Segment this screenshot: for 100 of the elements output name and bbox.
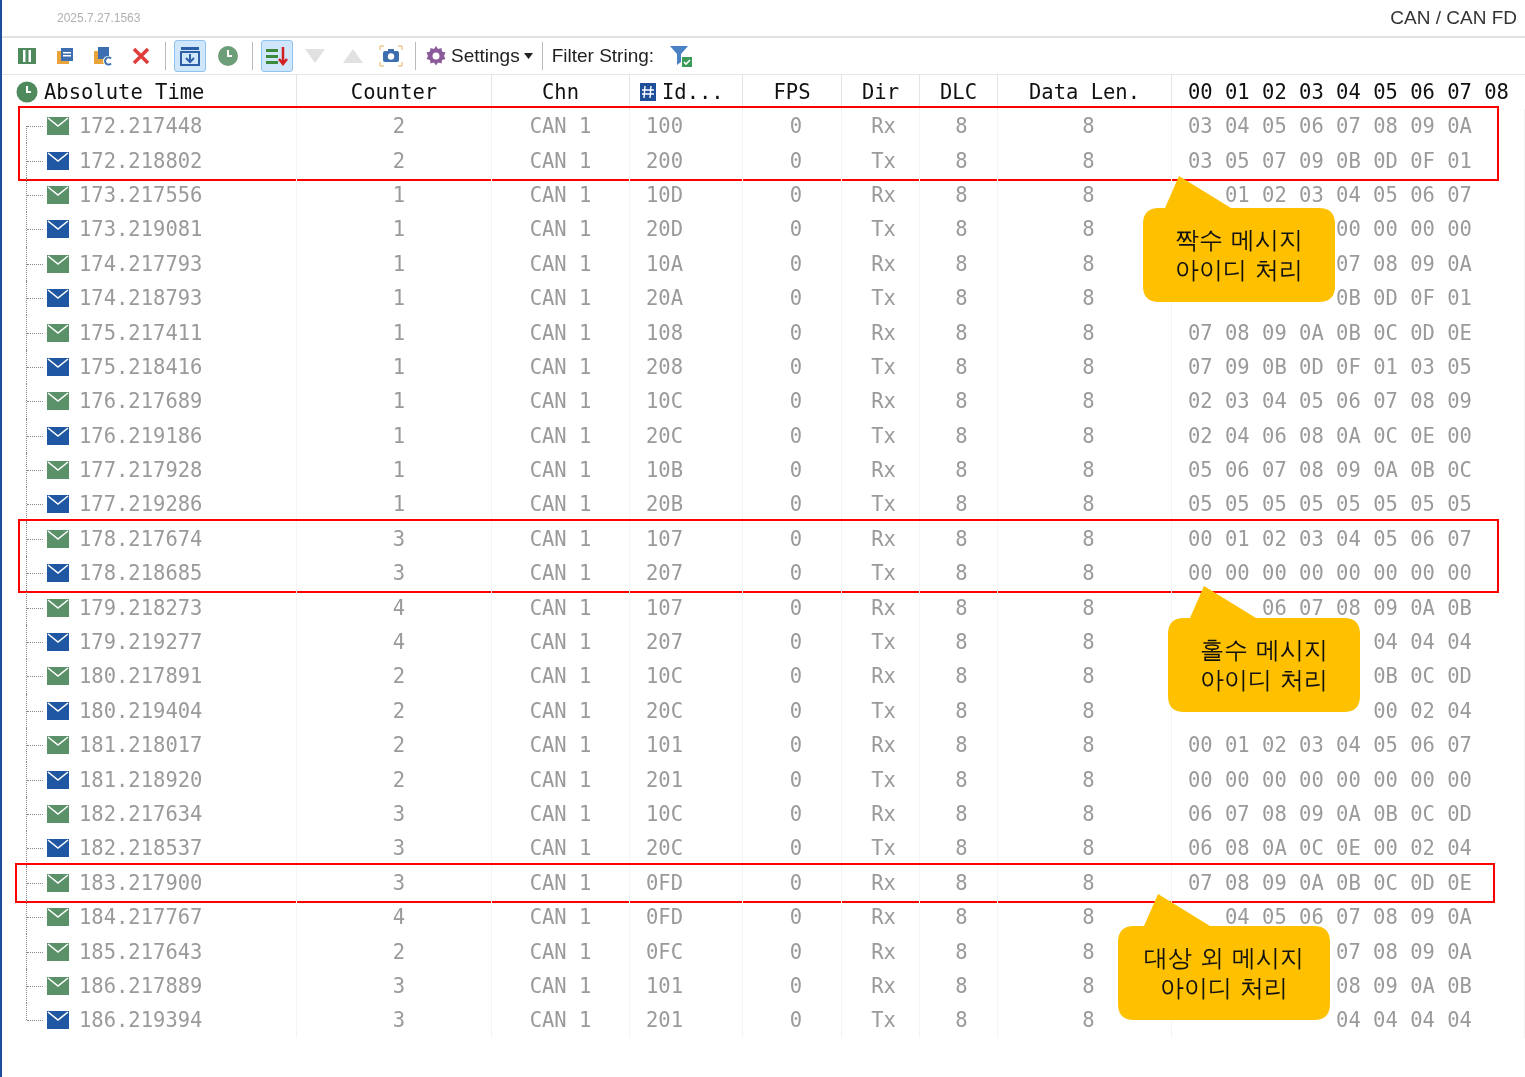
counter-cell: 3 [392,836,406,861]
dlc-cell: 8 [955,973,968,998]
id-cell: 201 [646,767,684,792]
dlc-cell: 8 [955,354,968,379]
column-header[interactable]: Chn [542,80,579,104]
envelope-icon [47,942,69,961]
dlc-cell: 8 [955,939,968,964]
time-cell: 181.218920 [79,767,203,792]
fps-cell: 0 [789,939,803,964]
fps-cell: 0 [789,182,803,207]
time-cell: 173.217556 [79,182,203,207]
data-bytes-cell: 00 00 00 00 00 00 00 00 [1188,767,1472,792]
data-length-cell: 8 [1082,630,1095,655]
counter-cell: 1 [392,217,406,242]
counter-cell: 1 [392,251,406,276]
version-label: 2025.7.27.1563 [57,11,141,25]
column-header[interactable]: Absolute Time [44,80,205,104]
data-length-cell: 8 [1082,182,1095,207]
column-header[interactable]: 00 01 02 03 04 05 06 07 08 [1188,80,1509,104]
direction-cell: Tx [871,286,896,311]
time-cell: 179.218273 [79,595,203,620]
data-bytes-cell: 06 07 08 09 0A 0B 0C 0D [1188,802,1472,826]
time-cell: 184.217767 [79,905,203,930]
direction-cell: Rx [871,595,896,620]
envelope-icon [47,185,69,204]
direction-cell: Rx [871,251,896,276]
data-bytes-cell: 04 05 06 07 08 09 0A [1225,905,1472,930]
data-length-cell: 8 [1082,561,1095,586]
counter-cell: 2 [392,733,406,758]
direction-cell: Tx [871,354,896,379]
fps-cell: 0 [789,973,803,998]
data-length-cell: 8 [1082,217,1095,242]
channel-cell: CAN 1 [529,595,592,620]
column-header[interactable]: Dir [862,80,899,104]
counter-cell: 3 [392,561,406,586]
id-cell: 107 [646,526,684,551]
fps-cell: 0 [789,458,803,483]
channel-cell: CAN 1 [529,217,592,242]
counter-cell: 2 [392,148,406,173]
channel-cell: CAN 1 [529,939,592,964]
channel-cell: CAN 1 [529,354,592,379]
direction-cell: Rx [871,733,896,758]
id-cell: 10B [646,458,684,483]
column-header[interactable]: Counter [350,80,438,104]
data-bytes-cell: 03 04 05 06 07 08 09 0A [1188,114,1472,139]
column-header[interactable]: DLC [940,80,977,104]
counter-cell: 1 [392,458,406,483]
dlc-cell: 8 [955,217,968,242]
delete-icon [131,46,151,66]
filter-label: Filter String: [551,45,655,67]
id-cell: 208 [646,354,684,379]
dlc-cell: 8 [955,561,968,586]
time-cell: 174.217793 [79,251,203,276]
callout-text: 홀수 메시지 아이디 처리 [1200,635,1328,695]
channel-cell: CAN 1 [529,251,592,276]
toolbar-button[interactable] [261,40,293,72]
data-bytes-cell: 07 08 09 0A [1336,251,1472,276]
channel-cell: CAN 1 [529,836,592,861]
dlc-cell: 8 [955,182,968,207]
envelope-icon [47,495,69,514]
data-bytes-cell: 00 02 04 [1373,698,1472,723]
envelope-icon [47,667,69,686]
time-cell: 185.217643 [79,939,203,964]
column-header[interactable]: Data Len. [1028,80,1141,104]
direction-cell: Rx [871,182,896,207]
fps-cell: 0 [789,423,803,448]
envelope-icon [47,289,69,308]
data-length-cell: 8 [1082,733,1095,758]
counter-cell: 4 [392,595,406,620]
fps-cell: 0 [789,870,803,895]
channel-cell: CAN 1 [529,870,592,895]
counter-cell: 3 [392,526,406,551]
data-length-cell: 8 [1082,458,1095,483]
envelope-icon [47,357,69,376]
dlc-cell: 8 [955,595,968,620]
envelope-icon [47,633,69,652]
envelope-icon [47,564,69,583]
direction-cell: Rx [871,114,896,139]
direction-cell: Tx [871,492,896,517]
envelope-icon [47,392,69,411]
fps-cell: 0 [789,354,803,379]
time-cell: 176.219186 [79,423,203,448]
pause-icon [17,46,37,66]
settings-button[interactable]: Settings [421,40,537,72]
data-length-cell: 8 [1082,939,1095,964]
envelope-icon [47,529,69,548]
data-length-cell: 8 [1082,286,1095,311]
channel-cell: CAN 1 [529,286,592,311]
fps-cell: 0 [789,664,803,689]
channel-cell: CAN 1 [529,802,592,826]
envelope-icon [47,805,69,823]
direction-cell: Rx [871,905,896,930]
time-cell: 173.219081 [79,217,203,242]
column-header[interactable]: FPS [773,80,811,104]
column-header[interactable]: Id... [662,80,724,104]
channel-cell: CAN 1 [529,733,592,758]
fps-cell: 0 [789,492,803,517]
envelope-icon [47,976,69,995]
toolbar-button[interactable] [174,40,206,72]
dlc-cell: 8 [955,664,968,689]
